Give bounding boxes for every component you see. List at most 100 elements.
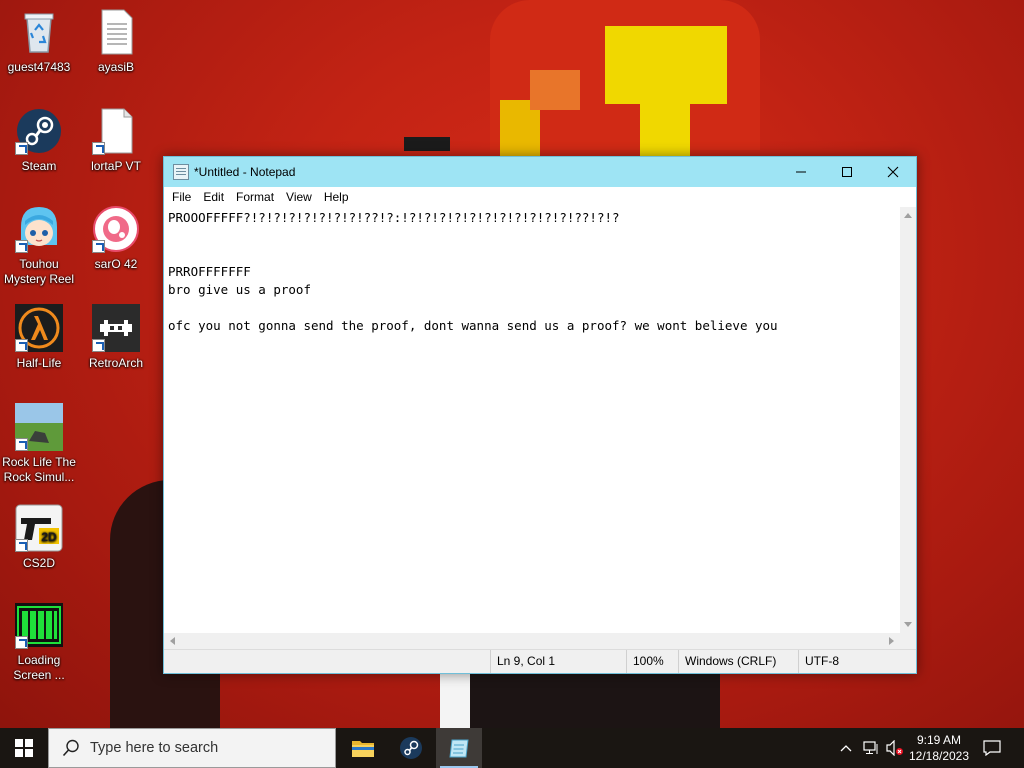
shortcut-arrow-icon (92, 339, 105, 352)
show-hidden-icons-button[interactable] (836, 728, 856, 768)
desktop-icon-label: CS2D (22, 556, 55, 570)
text-editor-area[interactable]: PROOOFFFFF?!?!?!?!?!?!?!?!??!?:!?!?!?!?!… (164, 207, 900, 633)
desktop-icon-loading-screen[interactable]: Loading Screen ... (0, 601, 78, 683)
wallpaper-dark-bar (404, 137, 450, 151)
shortcut-arrow-icon (15, 539, 28, 552)
minimize-icon (796, 171, 806, 173)
maximize-icon (842, 167, 852, 177)
chevron-up-icon (840, 745, 852, 752)
scrollbar-corner (900, 633, 916, 649)
desktop-icon-label: lortaP VT (91, 159, 141, 173)
scroll-up-icon[interactable] (904, 213, 912, 218)
text-file-icon (92, 8, 140, 56)
desktop-icon-label: Half-Life (16, 356, 62, 370)
touhou-character-icon (15, 205, 63, 253)
taskbar-app-steam[interactable] (388, 728, 434, 768)
cs2d-pistol-icon: 2D (15, 504, 63, 552)
shortcut-arrow-icon (15, 240, 28, 253)
wallpaper-dark-coat (470, 674, 720, 728)
shortcut-arrow-icon (92, 142, 105, 155)
taskbar-clock[interactable]: 9:19 AM 12/18/2023 (904, 728, 974, 768)
status-bar: Ln 9, Col 1 100% Windows (CRLF) UTF-8 (164, 649, 916, 673)
taskbar: Type here to search 9:19 AM 12/18/2023 (0, 728, 1024, 768)
blank-file-icon (92, 107, 140, 155)
desktop-icon-label: Rock Life The Rock Simul... (2, 455, 76, 484)
shortcut-arrow-icon (15, 142, 28, 155)
desktop-icon-retroarch[interactable]: RetroArch (77, 304, 155, 371)
close-icon (887, 166, 899, 178)
desktop-icon-label: sarO 42 (94, 257, 138, 271)
desktop-icon-recycle-bin[interactable]: guest47483 (0, 8, 78, 75)
steam-icon (15, 107, 63, 155)
recycle-bin-icon (15, 8, 63, 56)
desktop-icon-label: guest47483 (7, 60, 71, 74)
desktop-icon-saro-42[interactable]: sarO 42 (77, 205, 155, 272)
shortcut-arrow-icon (15, 339, 28, 352)
close-button[interactable] (870, 157, 916, 187)
status-cursor-position: Ln 9, Col 1 (490, 650, 626, 673)
network-ethernet-icon (863, 741, 878, 754)
scroll-down-icon[interactable] (904, 622, 912, 627)
menu-file[interactable]: File (166, 190, 197, 204)
wallpaper-yellow-stem (640, 96, 690, 158)
status-line-ending: Windows (CRLF) (678, 650, 798, 673)
half-life-lambda-icon (15, 304, 63, 352)
windows-logo-icon (15, 739, 33, 757)
notepad-window[interactable]: *Untitled - Notepad File Edit Format Vie… (163, 156, 917, 674)
window-title: *Untitled - Notepad (194, 165, 296, 179)
desktop-icon-ayasib[interactable]: ayasiB (77, 8, 155, 75)
scroll-left-icon[interactable] (170, 637, 175, 645)
status-encoding: UTF-8 (798, 650, 918, 673)
menu-bar: File Edit Format View Help (164, 187, 916, 207)
desktop-icon-touhou[interactable]: Touhou Mystery Reel (0, 205, 78, 287)
scroll-right-icon[interactable] (889, 637, 894, 645)
speaker-muted-icon (886, 740, 903, 756)
retroarch-invader-icon (92, 304, 140, 352)
desktop-icon-cs2d[interactable]: 2D CS2D (0, 504, 78, 571)
desktop-icon-label: Loading Screen ... (13, 653, 65, 682)
folder-icon (352, 741, 374, 757)
maximize-button[interactable] (824, 157, 870, 187)
minimize-button[interactable] (778, 157, 824, 187)
start-button[interactable] (0, 728, 48, 768)
taskbar-app-file-explorer[interactable] (340, 728, 386, 768)
desktop-icon-steam[interactable]: Steam (0, 107, 78, 174)
clock-time: 9:19 AM (916, 733, 962, 747)
desktop-icon-label: Touhou Mystery Reel (3, 257, 74, 286)
action-center-button[interactable] (978, 728, 1006, 768)
notepad-icon (449, 739, 469, 758)
search-placeholder: Type here to search (90, 740, 219, 756)
search-icon (62, 739, 79, 757)
rock-life-landscape-icon (15, 403, 63, 451)
shortcut-arrow-icon (15, 636, 28, 649)
osu-icon (92, 205, 140, 253)
shortcut-arrow-icon (92, 240, 105, 253)
horizontal-scrollbar[interactable] (164, 633, 900, 649)
volume-tray-button[interactable] (884, 728, 906, 768)
title-bar[interactable]: *Untitled - Notepad (164, 157, 916, 187)
taskbar-search-box[interactable]: Type here to search (48, 728, 336, 768)
notification-icon (983, 740, 1001, 756)
menu-format[interactable]: Format (230, 190, 280, 204)
status-zoom: 100% (626, 650, 678, 673)
wallpaper-yellow-block (605, 26, 727, 104)
clock-date: 12/18/2023 (908, 749, 970, 763)
steam-icon (400, 737, 422, 759)
menu-help[interactable]: Help (318, 190, 355, 204)
taskbar-app-notepad[interactable] (436, 728, 482, 768)
shortcut-arrow-icon (15, 438, 28, 451)
desktop-icon-label: RetroArch (88, 356, 144, 370)
network-tray-button[interactable] (860, 728, 882, 768)
desktop-icon-lortap-vt[interactable]: lortaP VT (77, 107, 155, 174)
wallpaper-white-stripe (440, 674, 470, 728)
wallpaper-orange-block (530, 70, 580, 110)
menu-view[interactable]: View (280, 190, 318, 204)
desktop-icon-rock-life[interactable]: Rock Life The Rock Simul... (0, 403, 78, 485)
vertical-scrollbar[interactable] (900, 207, 916, 633)
svg-text:2D: 2D (41, 530, 57, 544)
desktop-icon-label: ayasiB (97, 60, 135, 74)
desktop-icon-half-life[interactable]: Half-Life (0, 304, 78, 371)
menu-edit[interactable]: Edit (197, 190, 230, 204)
desktop-icon-label: Steam (21, 159, 57, 173)
green-battery-icon (15, 601, 63, 649)
